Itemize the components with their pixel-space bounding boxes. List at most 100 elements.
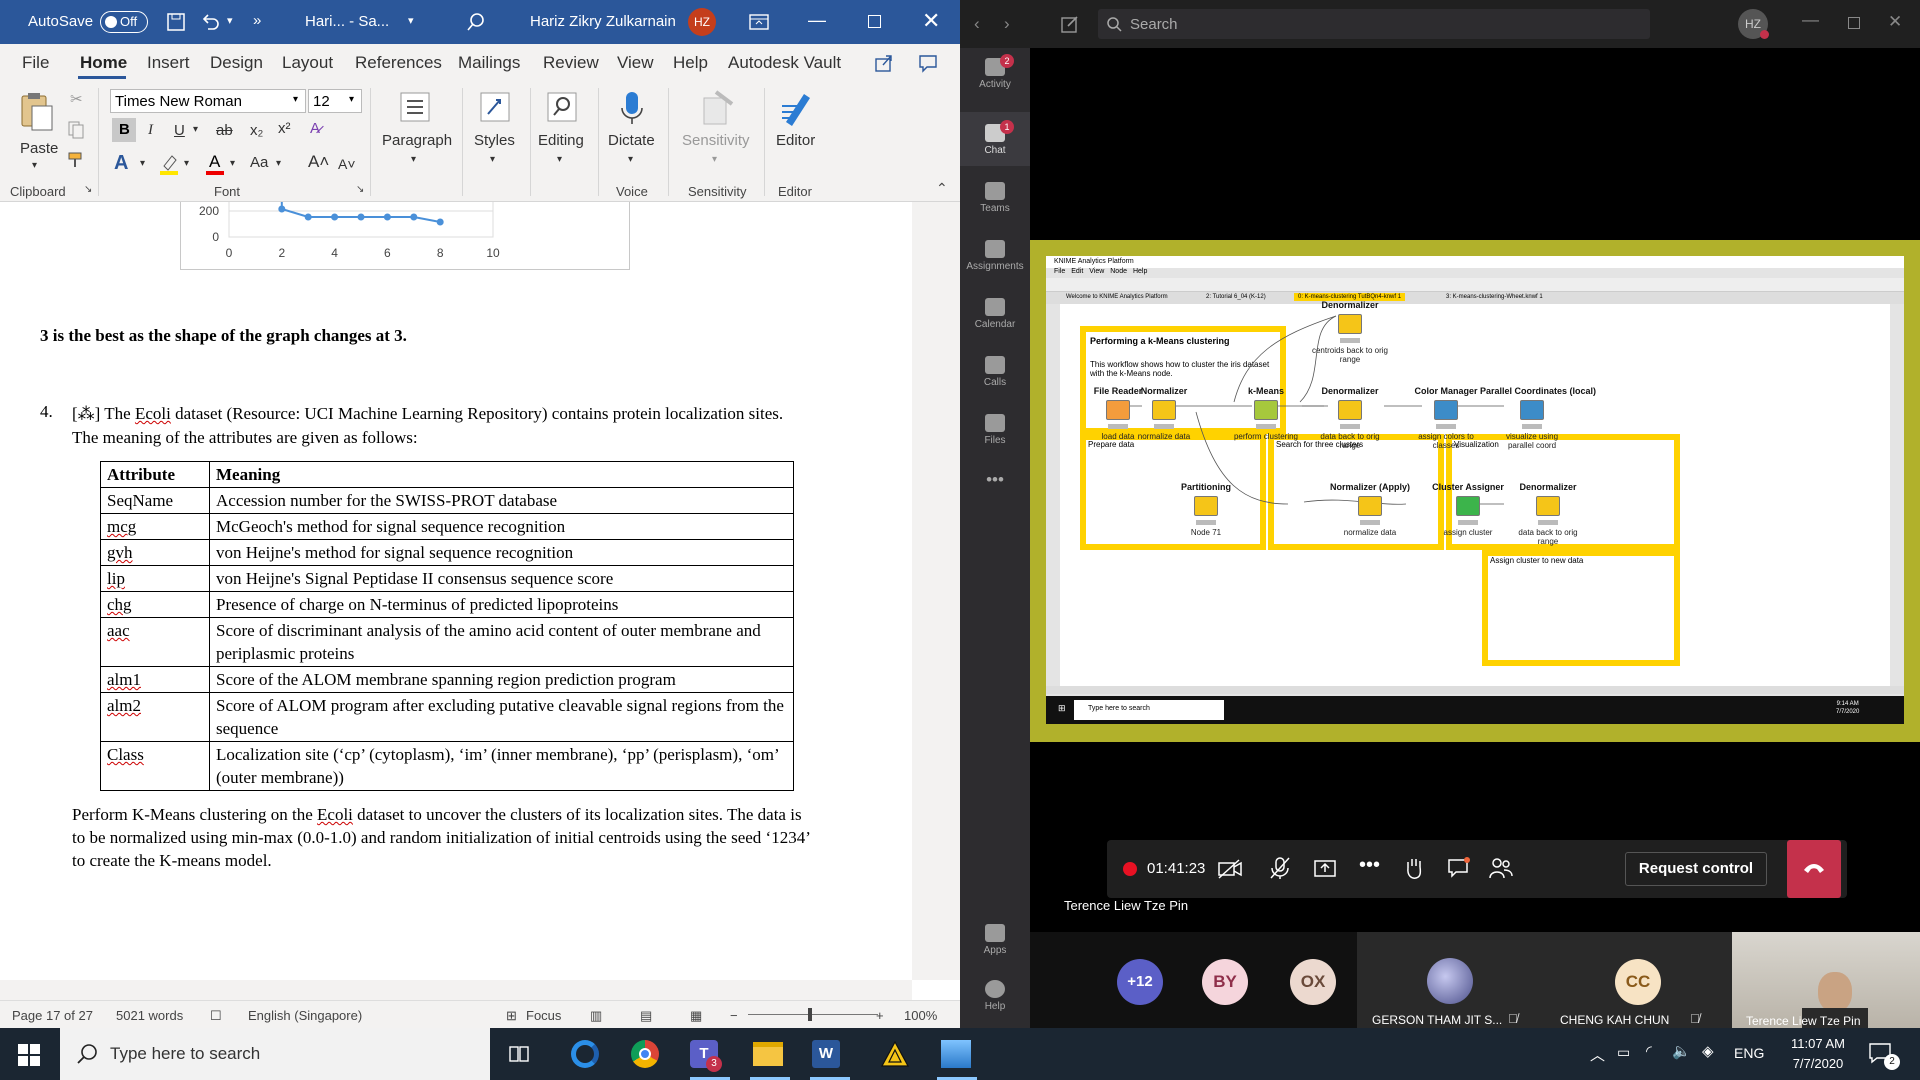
- rail-calls[interactable]: Calls: [960, 356, 1030, 388]
- show-conversation-icon[interactable]: [1447, 856, 1471, 880]
- shrink-font-icon[interactable]: A˅: [338, 156, 356, 172]
- copy-icon[interactable]: [66, 120, 86, 140]
- undo-dropdown-icon[interactable]: ▾: [227, 14, 233, 27]
- knime-hscrollbar[interactable]: [1046, 686, 1904, 694]
- title-dropdown-icon[interactable]: ▾: [408, 14, 414, 27]
- text-effects-dropdown-icon[interactable]: ▾: [140, 158, 145, 169]
- close-icon[interactable]: ✕: [1888, 12, 1902, 32]
- rail-files[interactable]: Files: [960, 414, 1030, 446]
- comments-icon[interactable]: [918, 53, 938, 73]
- paragraph-button[interactable]: Paragraph ▾: [380, 88, 452, 174]
- minimize-icon[interactable]: —: [808, 10, 826, 31]
- font-launcher-icon[interactable]: ↘: [356, 184, 364, 195]
- participant-avatar-by[interactable]: BY: [1202, 959, 1248, 1005]
- node-icon[interactable]: [1520, 400, 1544, 420]
- word-count[interactable]: 5021 words: [116, 1008, 183, 1023]
- node-icon[interactable]: [1338, 400, 1362, 420]
- zoom-out-icon[interactable]: −: [730, 1008, 738, 1023]
- tab-insert[interactable]: Insert: [147, 53, 190, 73]
- italic-icon[interactable]: I: [148, 122, 153, 139]
- change-case-dropdown-icon[interactable]: ▾: [276, 158, 281, 169]
- overflow-participants[interactable]: +12: [1117, 959, 1163, 1005]
- hang-up-button[interactable]: [1787, 840, 1841, 898]
- autosave-toggle[interactable]: Off: [100, 11, 148, 33]
- more-apps-icon[interactable]: •••: [960, 470, 1030, 490]
- windows-start-icon[interactable]: [18, 1044, 40, 1066]
- node-icon[interactable]: [1358, 496, 1382, 516]
- rail-apps[interactable]: Apps: [960, 924, 1030, 956]
- highlight-color-icon[interactable]: [158, 152, 180, 176]
- teams-search-box[interactable]: Search: [1098, 9, 1650, 39]
- node-icon[interactable]: [1338, 314, 1362, 334]
- text-effects-icon[interactable]: A: [114, 152, 128, 175]
- close-icon[interactable]: ✕: [922, 8, 940, 34]
- font-name-combo[interactable]: Times New Roman ▾: [110, 89, 306, 113]
- back-icon[interactable]: ‹: [974, 14, 980, 34]
- subscript-icon[interactable]: x₂: [250, 122, 263, 139]
- input-language[interactable]: ENG: [1734, 1045, 1764, 1061]
- superscript-icon[interactable]: x²: [278, 120, 291, 137]
- tab-help[interactable]: Help: [673, 53, 708, 73]
- raise-hand-icon[interactable]: [1403, 856, 1425, 880]
- rail-teams[interactable]: Teams: [960, 182, 1030, 214]
- tab-references[interactable]: References: [355, 53, 442, 73]
- document-canvas[interactable]: 0 2 4 6 8 10 200 0 3 is the best as the shape o…: [0, 202, 912, 980]
- editing-button[interactable]: Editing ▾: [536, 88, 588, 174]
- rail-activity[interactable]: Activity: [960, 58, 1030, 90]
- wifi-icon[interactable]: ◜: [1646, 1042, 1652, 1060]
- change-case-icon[interactable]: Aa: [250, 154, 268, 171]
- camera-off-icon[interactable]: [1217, 858, 1243, 880]
- rail-assignments[interactable]: Assignments: [960, 240, 1030, 272]
- language-indicator[interactable]: English (Singapore): [248, 1008, 362, 1023]
- tab-mailings[interactable]: Mailings: [458, 53, 520, 73]
- search-icon[interactable]: [466, 12, 486, 32]
- collapse-ribbon-icon[interactable]: ⌃: [936, 180, 948, 197]
- node-icon[interactable]: [1456, 496, 1480, 516]
- ribbon-display-options-icon[interactable]: [748, 12, 770, 32]
- more-commands-icon[interactable]: »: [253, 12, 261, 29]
- volume-icon[interactable]: 🔈: [1672, 1042, 1691, 1060]
- node-icon[interactable]: [1152, 400, 1176, 420]
- format-painter-icon[interactable]: [66, 150, 86, 170]
- microphone-muted-icon[interactable]: [1269, 856, 1291, 880]
- focus-icon[interactable]: ⊞: [506, 1008, 517, 1024]
- show-hidden-icons[interactable]: ︿: [1590, 1044, 1605, 1065]
- dictate-button[interactable]: Dictate ▾: [604, 88, 660, 174]
- paste-button[interactable]: Paste ▾: [14, 90, 58, 171]
- maximize-icon[interactable]: [1848, 17, 1860, 29]
- rail-chat[interactable]: Chat: [960, 124, 1030, 156]
- tab-file[interactable]: File: [22, 53, 49, 73]
- zoom-level[interactable]: 100%: [904, 1008, 937, 1023]
- battery-icon[interactable]: ▭: [1617, 1044, 1630, 1061]
- underline-dropdown-icon[interactable]: ▾: [193, 124, 198, 135]
- more-actions-icon[interactable]: •••: [1359, 854, 1380, 877]
- tab-design[interactable]: Design: [210, 53, 263, 73]
- edge-icon[interactable]: [571, 1040, 599, 1068]
- node-icon[interactable]: [1434, 400, 1458, 420]
- tab-layout[interactable]: Layout: [282, 53, 333, 73]
- page-count[interactable]: Page 17 of 27: [12, 1008, 93, 1023]
- strikethrough-icon[interactable]: ab: [216, 122, 233, 139]
- zoom-slider[interactable]: [748, 1008, 878, 1021]
- clear-formatting-icon[interactable]: A̷: [310, 120, 320, 137]
- forward-icon[interactable]: ›: [1004, 14, 1010, 34]
- knime-taskbar-icon[interactable]: [880, 1040, 910, 1068]
- account-name[interactable]: Hariz Zikry Zulkarnain: [530, 13, 676, 30]
- font-color-dropdown-icon[interactable]: ▾: [230, 158, 235, 169]
- save-icon[interactable]: [166, 12, 186, 32]
- node-icon[interactable]: [1254, 400, 1278, 420]
- read-mode-icon[interactable]: ▥: [590, 1008, 602, 1024]
- clipboard-launcher-icon[interactable]: ↘: [84, 184, 92, 195]
- focus-button[interactable]: Focus: [526, 1008, 561, 1023]
- editor-button[interactable]: Editor: [772, 88, 822, 174]
- grow-font-icon[interactable]: A˄: [308, 152, 329, 172]
- taskbar-search-box[interactable]: Type here to search: [60, 1028, 490, 1080]
- account-avatar[interactable]: HZ: [688, 8, 716, 36]
- vertical-scrollbar[interactable]: [912, 202, 960, 980]
- zoom-in-icon[interactable]: +: [876, 1008, 884, 1023]
- node-icon[interactable]: [1106, 400, 1130, 420]
- document-title[interactable]: Hari... - Sa...: [305, 13, 389, 30]
- maximize-icon[interactable]: [868, 15, 881, 28]
- tab-review[interactable]: Review: [543, 53, 599, 73]
- node-icon[interactable]: [1536, 496, 1560, 516]
